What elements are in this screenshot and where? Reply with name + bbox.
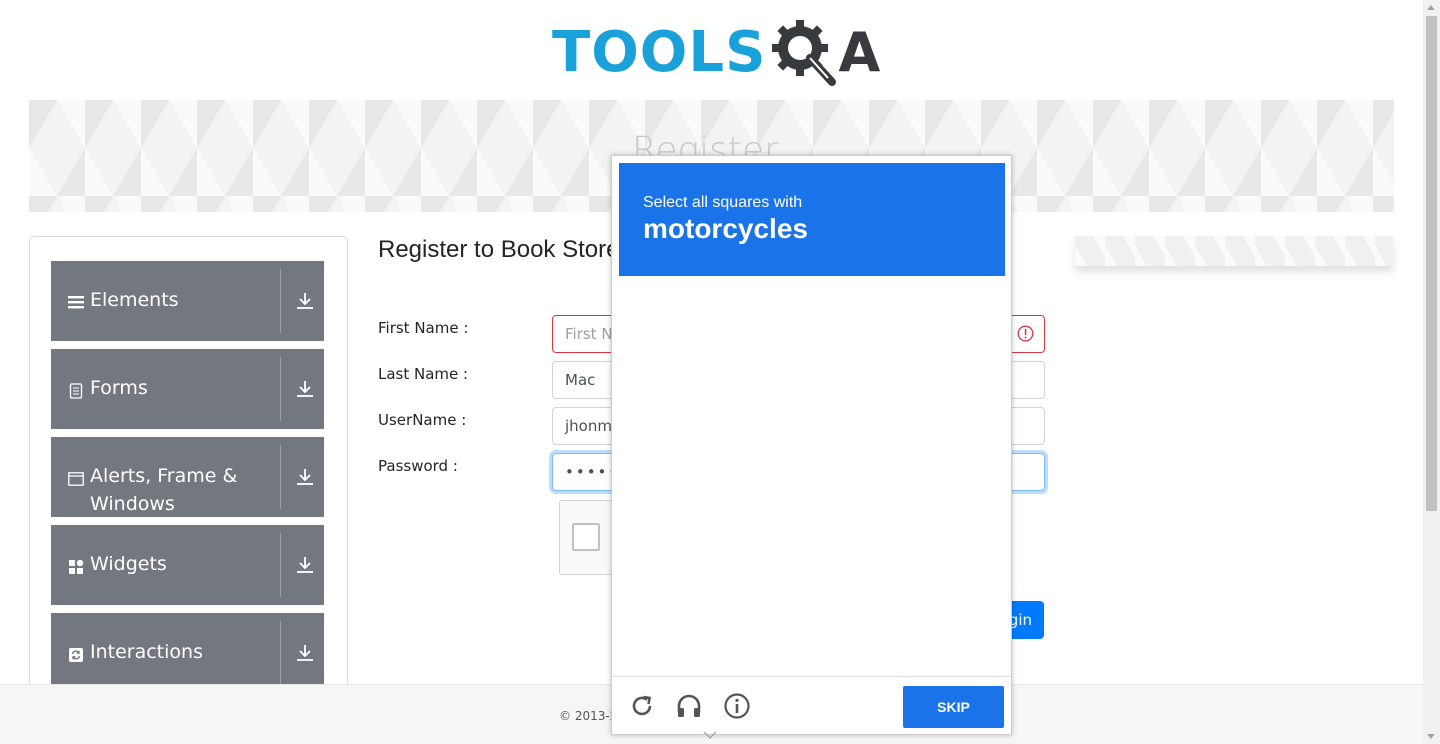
dialog-pointer-icon — [703, 731, 717, 739]
sidebar-group-label: Widgets — [90, 553, 167, 575]
divider — [280, 357, 281, 421]
form-title: Register to Book Store — [378, 236, 618, 263]
challenge-tile[interactable] — [619, 574, 714, 669]
challenge-instruction: Select all squares with — [643, 194, 803, 211]
last-name-label: Last Name : — [378, 365, 469, 383]
hamburger-icon — [68, 296, 84, 309]
divider — [280, 621, 281, 685]
sidebar-group-elements[interactable]: Elements — [51, 261, 324, 341]
window-icon — [68, 472, 84, 486]
challenge-tile[interactable] — [619, 477, 714, 572]
logo-text-tools: TOOLS — [552, 20, 767, 85]
sidebar-group-label: Elements — [90, 289, 179, 311]
challenge-tile[interactable] — [910, 380, 1005, 475]
first-name-label: First Name : — [378, 319, 469, 337]
challenge-tile[interactable] — [813, 574, 908, 669]
widgets-icon — [69, 559, 84, 574]
sidebar-group-label: Forms — [90, 377, 148, 399]
sidebar-group-forms[interactable]: Forms — [51, 349, 324, 429]
challenge-tile[interactable] — [716, 283, 811, 378]
sidebar-group-widgets[interactable]: Widgets — [51, 525, 324, 605]
sidebar-group-label: Interactions — [90, 641, 203, 663]
username-label: UserName : — [378, 411, 467, 429]
download-icon — [297, 645, 313, 661]
scrollbar-thumb[interactable] — [1426, 16, 1437, 511]
recaptcha-challenge-dialog: Select all squares with motorcycles SKIP — [611, 155, 1012, 735]
scroll-down-arrow-icon[interactable] — [1427, 734, 1435, 739]
skip-button[interactable]: SKIP — [903, 686, 1004, 728]
sidebar: Elements Forms Alerts, Frame & Windows W… — [29, 236, 348, 706]
divider — [280, 269, 281, 333]
toolsqa-logo[interactable]: TOOLS A — [552, 15, 882, 91]
logo-text-a: A — [838, 21, 881, 84]
divider — [280, 445, 281, 509]
sidebar-group-label: Alerts, Frame & Windows — [90, 465, 238, 515]
sidebar-group-interactions[interactable]: Interactions — [51, 613, 324, 693]
password-label: Password : — [378, 457, 458, 475]
challenge-tile[interactable] — [910, 477, 1005, 572]
challenge-tile[interactable] — [910, 574, 1005, 669]
scroll-up-arrow-icon[interactable] — [1427, 5, 1435, 10]
challenge-header: Select all squares with motorcycles — [619, 163, 1005, 276]
info-icon[interactable] — [723, 692, 751, 720]
challenge-tile[interactable] — [716, 574, 811, 669]
page: TOOLS A Register Elements Forms Alerts, … — [0, 0, 1440, 744]
recaptcha-checkbox[interactable] — [572, 523, 600, 551]
document-icon — [69, 383, 83, 399]
page-scrollbar[interactable] — [1423, 0, 1440, 744]
challenge-grid — [619, 283, 1005, 669]
challenge-tile[interactable] — [619, 380, 714, 475]
recaptcha-widget — [559, 500, 619, 575]
interactions-icon — [69, 648, 83, 662]
download-icon — [297, 469, 313, 485]
reload-icon[interactable] — [628, 692, 656, 720]
sidebar-group-alerts[interactable]: Alerts, Frame & Windows — [51, 437, 324, 517]
challenge-tile[interactable] — [716, 380, 811, 475]
download-icon — [297, 293, 313, 309]
challenge-tile[interactable] — [910, 283, 1005, 378]
gear-magnifier-icon — [772, 20, 837, 86]
challenge-tile[interactable] — [716, 477, 811, 572]
download-icon — [297, 381, 313, 397]
challenge-tile[interactable] — [619, 283, 714, 378]
challenge-tile[interactable] — [813, 283, 908, 378]
download-icon — [297, 557, 313, 573]
challenge-footer: SKIP — [612, 676, 1011, 734]
divider — [280, 533, 281, 597]
audio-headphones-icon[interactable] — [675, 692, 703, 720]
challenge-target: motorcycles — [643, 213, 808, 244]
footer-copyright: © 2013-2020 TOOLSQA.COM — [559, 709, 615, 723]
error-icon — [1017, 325, 1034, 342]
challenge-tile[interactable] — [813, 477, 908, 572]
ad-banner — [1075, 236, 1393, 266]
challenge-tile[interactable] — [813, 380, 908, 475]
